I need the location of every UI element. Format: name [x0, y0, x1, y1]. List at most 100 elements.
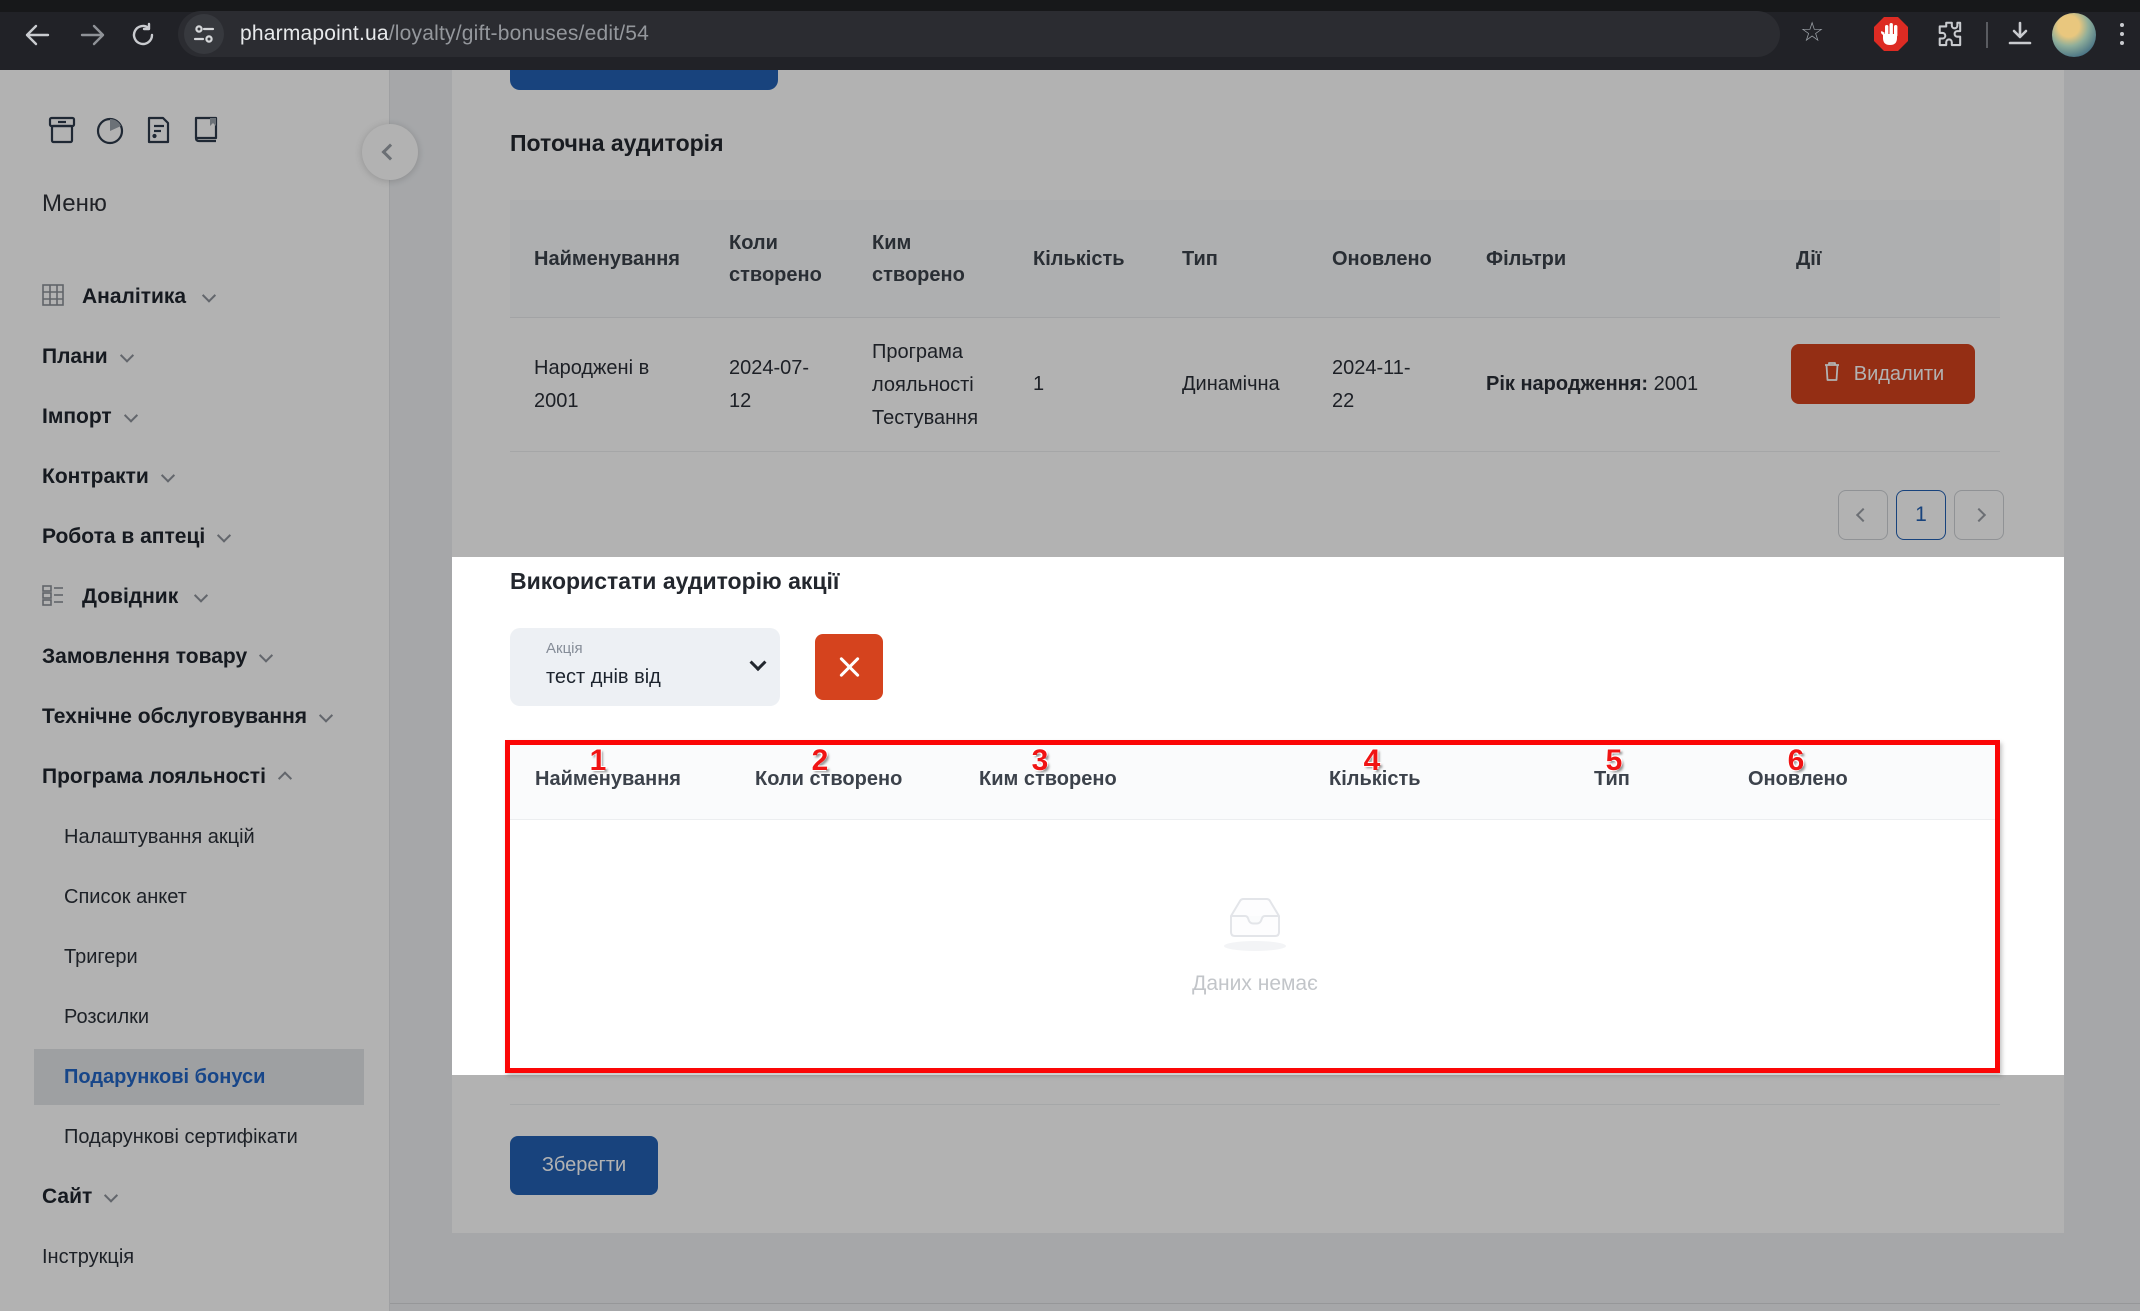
sidebar-item-label: Довідник: [82, 585, 179, 608]
page-number: 1: [1915, 503, 1927, 526]
reload-icon[interactable]: [130, 22, 156, 53]
save-button[interactable]: Зберегти: [510, 1136, 658, 1195]
sidebar-item-label: Плани: [42, 345, 108, 368]
archive-box-icon[interactable]: [46, 114, 78, 151]
sidebar-item-label: Список анкет: [64, 885, 187, 908]
clear-selection-button[interactable]: [815, 634, 883, 700]
sidebar-item-promo-settings[interactable]: Налаштування акцій: [0, 809, 390, 865]
sidebar-item-analytics[interactable]: Аналітика: [0, 269, 390, 325]
site-info-icon[interactable]: [184, 14, 224, 54]
select-value: тест днів від: [546, 666, 661, 688]
sidebar-item-pharmacy-work[interactable]: Робота в аптеці: [0, 509, 390, 565]
chevron-down-icon: [123, 408, 138, 423]
column-header: Ким створено: [872, 232, 965, 286]
adblock-extension-icon[interactable]: [1872, 15, 1910, 58]
cell-updated: 2024-11-22: [1332, 357, 1411, 412]
sidebar-item-instruction[interactable]: Інструкція: [0, 1229, 390, 1285]
sidebar-item-import[interactable]: Імпорт: [0, 389, 390, 445]
pagination-page-1[interactable]: 1: [1896, 490, 1946, 540]
forward-icon[interactable]: [80, 24, 106, 51]
table-row[interactable]: Народжені в 2001 2024-07-12 Програма лоя…: [510, 318, 2000, 452]
sidebar-item-questionnaires[interactable]: Список анкет: [0, 869, 390, 925]
sidebar-item-gift-bonuses[interactable]: Подарункові бонуси: [0, 1049, 390, 1105]
profile-avatar[interactable]: [2052, 13, 2096, 57]
annotation-mark-5: 5: [1605, 744, 1623, 777]
sidebar-item-label: Замовлення товару: [42, 645, 248, 668]
empty-state-text: Даних немає: [1192, 972, 1318, 995]
sidebar-item-label: Налаштування акцій: [64, 825, 255, 848]
sidebar-item-directory[interactable]: Довідник: [0, 569, 390, 625]
sidebar-item-label: Контракти: [42, 465, 149, 488]
book-icon[interactable]: [190, 114, 222, 151]
sidebar-item-contracts[interactable]: Контракти: [0, 449, 390, 505]
sidebar-item-label: Тригери: [64, 945, 138, 968]
sidebar-item-gift-certificates[interactable]: Подарункові сертифікати: [0, 1109, 390, 1165]
sidebar-item-loyalty-program[interactable]: Програма лояльності: [0, 749, 390, 805]
chevron-down-icon: [749, 654, 767, 672]
delete-button[interactable]: Видалити: [1791, 344, 1975, 404]
column-header: Найменування: [534, 248, 680, 270]
address-bar[interactable]: pharmapoint.ua/loyalty/gift-bonuses/edit…: [178, 11, 1780, 57]
cell-name: Народжені в 2001: [534, 357, 650, 412]
footer-divider: [390, 1303, 2140, 1304]
cell-type: Динамічна: [1182, 373, 1280, 395]
pagination-next-button[interactable]: [1954, 490, 2004, 540]
filter-label: Рік народження:: [1486, 373, 1649, 395]
chevron-down-icon: [259, 648, 274, 663]
annotation-mark-3: 3: [1031, 744, 1049, 777]
sidebar-item-label: Подарункові бонуси: [64, 1065, 266, 1088]
pagination-prev-button[interactable]: [1838, 490, 1888, 540]
table-rows-icon: [42, 584, 64, 611]
cell-count: 1: [1033, 373, 1045, 395]
column-header: Коли створено: [729, 232, 822, 286]
current-audience-table-header: Найменування Коли створено Ким створено …: [510, 200, 2000, 318]
delete-button-label: Видалити: [1853, 362, 1945, 385]
downloads-icon[interactable]: [2006, 20, 2034, 53]
chevron-down-icon: [160, 468, 175, 483]
cell-created: 2024-07-12: [729, 357, 810, 412]
sidebar-item-goods-order[interactable]: Замовлення товару: [0, 629, 390, 685]
sidebar-item-label: Технічне обслуговування: [42, 705, 308, 728]
grid-icon: [42, 283, 64, 311]
chevron-down-icon: [194, 588, 209, 603]
main-content-card: Поточна аудиторія Найменування Коли ство…: [452, 70, 2064, 1233]
sidebar-item-site[interactable]: Сайт: [0, 1169, 390, 1225]
chevron-down-icon: [104, 1188, 119, 1203]
screenshot-stage: pharmapoint.ua/loyalty/gift-bonuses/edit…: [0, 0, 2140, 1311]
pie-chart-icon[interactable]: [94, 114, 126, 151]
sidebar-item-label: Розсилки: [64, 1005, 150, 1028]
chevron-up-icon: [277, 771, 293, 786]
extensions-puzzle-icon[interactable]: [1936, 19, 1966, 54]
chevron-down-icon: [217, 528, 232, 543]
sidebar-item-label: Імпорт: [42, 405, 112, 428]
column-header: Коли створено: [755, 768, 903, 790]
sidebar-item-label: Програма лояльності: [42, 765, 266, 788]
column-header: Тип: [1182, 248, 1218, 270]
current-audience-title: Поточна аудиторія: [510, 130, 724, 156]
sidebar-collapse-button[interactable]: [362, 124, 418, 180]
chevron-down-icon: [318, 708, 334, 723]
column-header: Фільтри: [1486, 248, 1567, 270]
truncated-top-button[interactable]: [510, 70, 778, 90]
sidebar-item-plans[interactable]: Плани: [0, 329, 390, 385]
annotation-mark-1: 1: [589, 744, 607, 777]
bookmark-star-icon[interactable]: ☆: [1800, 17, 1824, 48]
url-host: pharmapoint.ua: [240, 22, 389, 45]
back-icon[interactable]: [24, 24, 50, 51]
annotation-mark-4: 4: [1363, 744, 1381, 777]
column-header: Оновлено: [1748, 768, 1848, 790]
sidebar-item-maintenance[interactable]: Технічне обслуговування: [0, 689, 390, 745]
sidebar-item-label: Аналітика: [82, 285, 187, 308]
document-icon[interactable]: [142, 114, 174, 151]
chevron-left-icon: [381, 143, 399, 161]
sidebar: Меню Аналітика Плани Імпорт Контракти Ро…: [0, 70, 390, 1311]
chevron-left-icon: [1855, 507, 1871, 523]
browser-menu-icon[interactable]: [2120, 23, 2124, 45]
chevron-down-icon: [119, 348, 134, 363]
sidebar-item-mailings[interactable]: Розсилки: [0, 989, 390, 1045]
sidebar-item-triggers[interactable]: Тригери: [0, 929, 390, 985]
chevron-down-icon: [202, 288, 217, 303]
chevron-right-icon: [1971, 507, 1987, 523]
browser-chrome: pharmapoint.ua/loyalty/gift-bonuses/edit…: [0, 0, 2140, 70]
promo-select[interactable]: Акція тест днів від: [510, 628, 780, 706]
